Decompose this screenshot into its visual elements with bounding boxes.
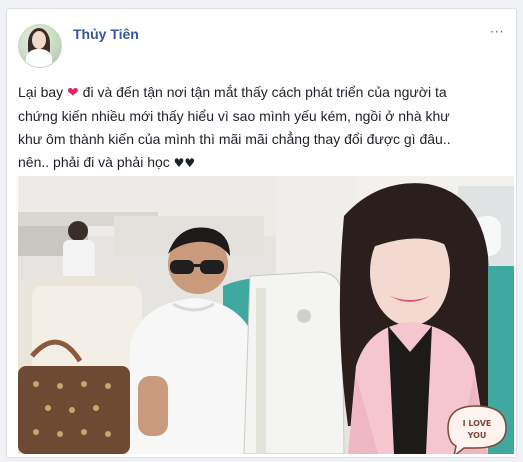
post-text-line-3: khư ôm thành kiến của mình thì mãi mãi c… (18, 131, 451, 147)
red-heart-emoji-icon: ❤ (67, 85, 79, 101)
post-photo[interactable]: I LOVE YOU (18, 176, 514, 454)
black-hearts-emoji-icon: ♥♥ (173, 156, 196, 170)
post-text: Lại bay ❤ đi và đến tận nơi tận mắt thấy… (18, 81, 512, 175)
avatar-face (32, 31, 46, 49)
sticker-text-line1: I LOVE (463, 419, 492, 428)
post-card: Thủy Tiên ··· Lại bay ❤ đi và đến tận nơ… (6, 8, 517, 458)
avatar-body (26, 49, 52, 67)
post-text-line-4-start: nên.. phải đi và phải học (18, 154, 174, 170)
post-text-line-4: nên.. phải đi và phải học ♥♥ (18, 151, 512, 175)
author-name[interactable]: Thủy Tiên (73, 26, 139, 42)
post-text-line-1-start: Lại bay (18, 84, 68, 100)
post-text-line-1-end: đi và đến tận nơi tận mắt thấy cách phát… (78, 84, 447, 100)
airplane-selfie-illustration: I LOVE YOU (18, 176, 514, 454)
post-text-line-2: chứng kiến nhiều mới thấy hiểu vì sao mì… (18, 108, 450, 124)
author-avatar[interactable] (18, 24, 62, 68)
post-text-line-1: Lại bay ❤ đi và đến tận nơi tận mắt thấy… (18, 81, 512, 105)
more-options-icon[interactable]: ··· (490, 25, 510, 39)
sticker-text-line2: YOU (467, 431, 487, 440)
